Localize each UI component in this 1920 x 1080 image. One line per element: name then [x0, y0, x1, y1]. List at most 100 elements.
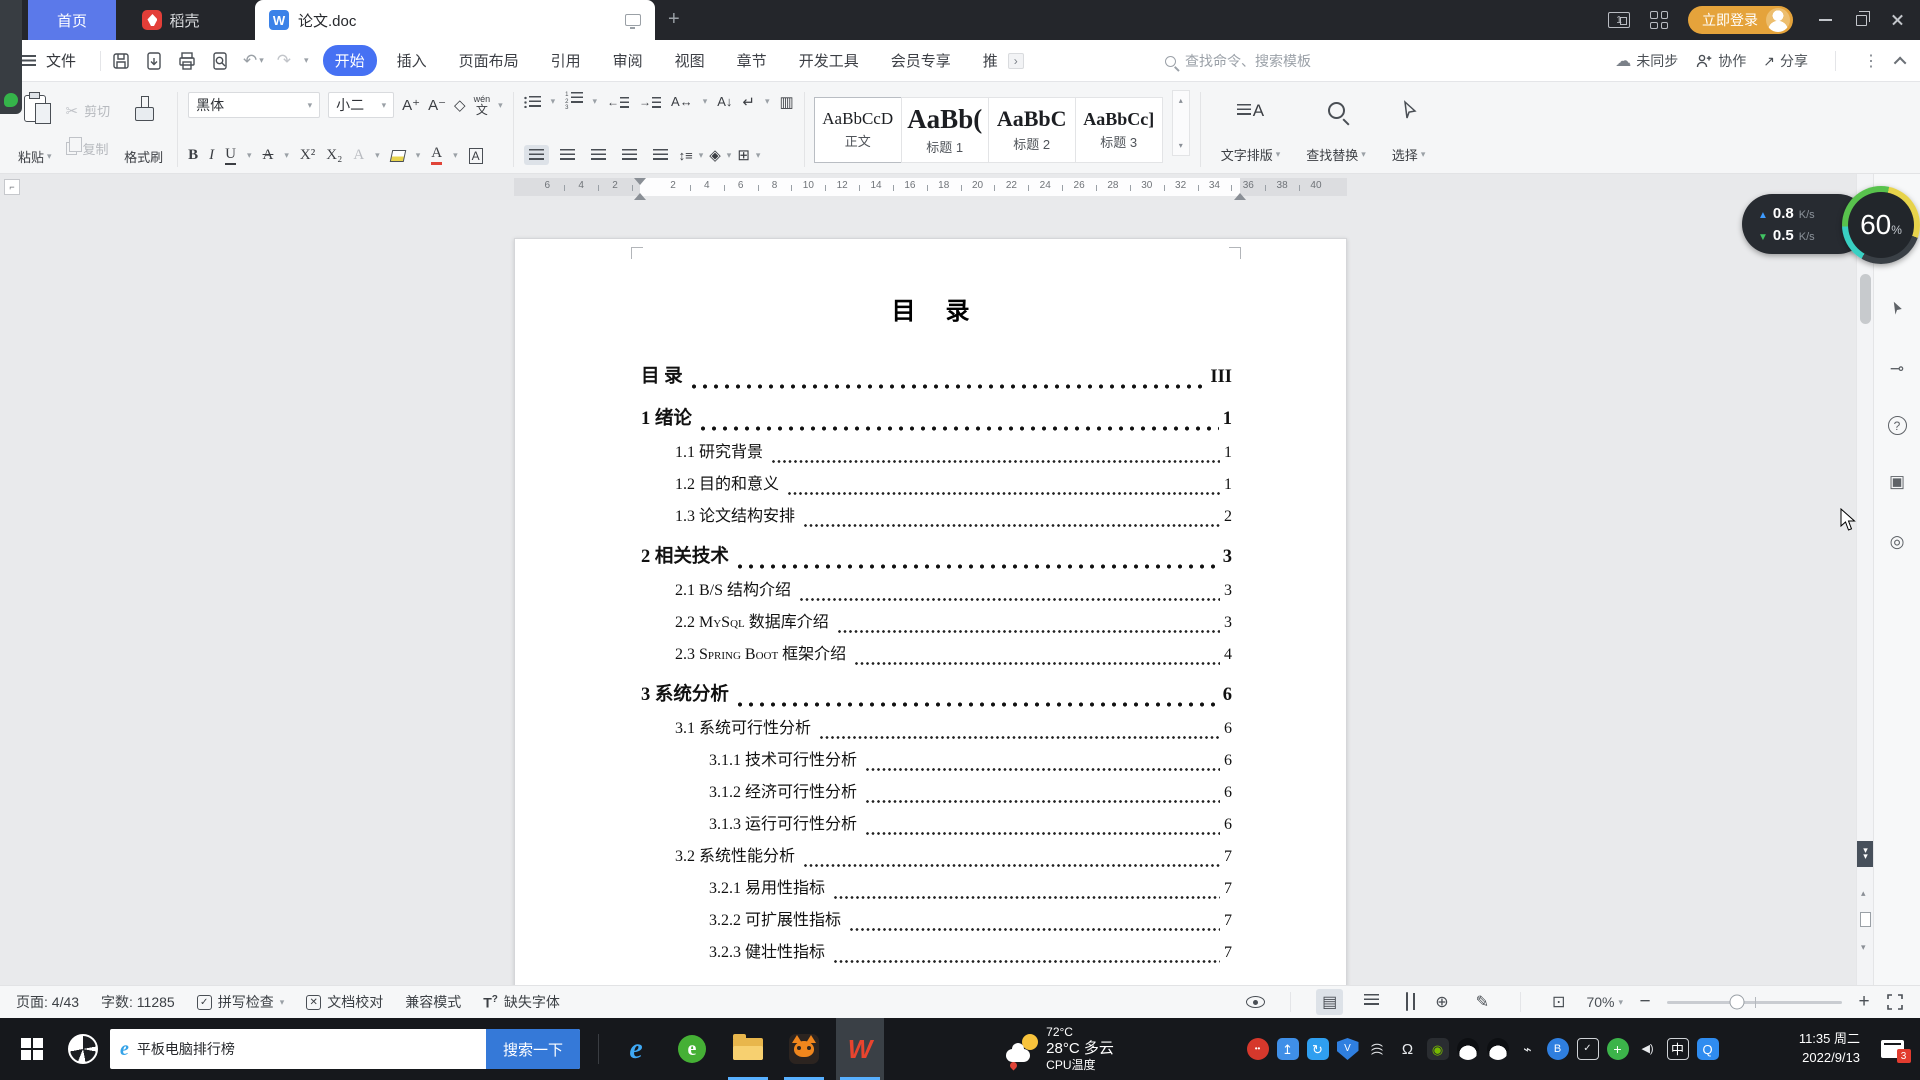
- net-speed-overlay[interactable]: ▲ 0.8K/s ▼ 0.5K/s 60%: [1742, 186, 1920, 262]
- measure-tool-icon[interactable]: ⊸: [1884, 356, 1910, 382]
- qat-more-icon[interactable]: ▾: [304, 55, 309, 66]
- view-ink-icon[interactable]: ✎: [1470, 989, 1495, 1015]
- tab-selector-icon[interactable]: ⌐: [4, 179, 20, 195]
- print-preview-icon[interactable]: [210, 51, 230, 71]
- menu-tab-references[interactable]: 引用: [539, 45, 593, 76]
- document-canvas[interactable]: 目 录 目 录III1 绪论11.1 研究背景11.2 目的和意义11.3 论文…: [0, 200, 1873, 985]
- font-size-select[interactable]: 小二▾: [328, 92, 394, 118]
- font-color-button[interactable]: A: [431, 146, 442, 165]
- superscript-button[interactable]: X²: [300, 147, 315, 164]
- ie-taskbar-icon[interactable]: e: [612, 1018, 660, 1080]
- menu-file[interactable]: 文件: [46, 50, 76, 71]
- subscript-button[interactable]: X₂: [326, 147, 342, 164]
- volume-icon[interactable]: ◀): [1637, 1038, 1659, 1060]
- dock-green-icon[interactable]: [4, 93, 18, 107]
- justify-button[interactable]: [617, 145, 642, 165]
- wifi-signal-icon[interactable]: (((: [1367, 1038, 1389, 1060]
- usb-device-icon[interactable]: ↥: [1277, 1038, 1299, 1060]
- export-icon[interactable]: [144, 51, 164, 71]
- clear-format-icon[interactable]: ◇: [454, 96, 466, 114]
- align-center-button[interactable]: [555, 145, 580, 165]
- format-painter-button[interactable]: 格式刷: [120, 90, 167, 169]
- italic-button[interactable]: I: [209, 147, 214, 164]
- styles-scroll[interactable]: ▴▾: [1172, 90, 1190, 156]
- login-button[interactable]: 立即登录: [1688, 6, 1793, 34]
- menu-tab-more[interactable]: 推: [971, 45, 1000, 76]
- copy-button[interactable]: 复制: [66, 139, 111, 158]
- bold-button[interactable]: B: [188, 147, 198, 164]
- select-tool-icon[interactable]: [1884, 296, 1910, 322]
- style-normal[interactable]: AaBbCcD正文: [814, 97, 902, 163]
- zoom-level[interactable]: 70%▾: [1586, 994, 1623, 1010]
- missing-font[interactable]: T?缺失字体: [483, 992, 560, 1012]
- start-button[interactable]: [8, 1018, 56, 1080]
- underline-button[interactable]: U: [225, 146, 236, 165]
- document-tab[interactable]: W 论文.doc: [255, 0, 655, 40]
- eye-protect-icon[interactable]: [1246, 996, 1265, 1008]
- screenshot-icon[interactable]: ▣: [1884, 469, 1910, 495]
- menu-tab-review[interactable]: 审阅: [601, 45, 655, 76]
- ime-icon[interactable]: 中: [1667, 1038, 1689, 1060]
- boost-gauge[interactable]: 60%: [1842, 186, 1920, 264]
- decrease-indent-button[interactable]: ←: [607, 95, 629, 109]
- browser-360-taskbar-icon[interactable]: e: [668, 1018, 716, 1080]
- fullscreen-icon[interactable]: [1886, 993, 1904, 1011]
- horizontal-ruler[interactable]: ⌐ 24624681012141618202224262830323436384…: [0, 174, 1873, 200]
- sort-button[interactable]: A↓: [717, 94, 732, 109]
- numbered-list-button[interactable]: 1 2 3: [565, 92, 582, 112]
- workspace-grid-icon[interactable]: [1650, 11, 1668, 29]
- help-icon[interactable]: ?: [1888, 416, 1907, 435]
- menu-more-tabs-button[interactable]: ›: [1008, 53, 1024, 69]
- next-page-button[interactable]: ▾: [1861, 942, 1866, 953]
- sync-status[interactable]: ☁ 未同步: [1615, 51, 1678, 71]
- zoom-slider[interactable]: [1667, 1001, 1842, 1004]
- save-icon[interactable]: [111, 51, 131, 71]
- char-border-button[interactable]: A: [469, 148, 483, 164]
- borders-button[interactable]: ⊞: [737, 146, 750, 164]
- compat-mode[interactable]: 兼容模式: [405, 992, 461, 1012]
- tab-docer[interactable]: 稻壳: [116, 0, 226, 40]
- decrease-font-button[interactable]: A⁻: [428, 96, 446, 114]
- increase-indent-button[interactable]: →: [639, 95, 661, 109]
- scroll-jump-button[interactable]: ▾▾: [1857, 841, 1874, 867]
- qq-icon[interactable]: [1457, 1038, 1479, 1060]
- view-read-icon[interactable]: [1400, 990, 1414, 1014]
- maximize-button[interactable]: [1856, 15, 1867, 26]
- douyu-taskbar-icon[interactable]: [780, 1018, 828, 1080]
- select-button[interactable]: 选择▾: [1388, 92, 1430, 167]
- style-heading-1[interactable]: AaBb(标题 1: [901, 97, 989, 163]
- font-name-select[interactable]: 黑体▾: [188, 92, 320, 118]
- q-search-icon[interactable]: Q: [1697, 1038, 1719, 1060]
- shading-button[interactable]: ◈: [709, 146, 721, 164]
- char-scale-button[interactable]: A↔: [671, 94, 693, 109]
- zoom-slider-knob[interactable]: [1730, 995, 1745, 1010]
- menu-tab-start[interactable]: 开始: [323, 45, 377, 76]
- taskbar-clock[interactable]: 11:35 周二 2022/9/13: [1735, 1018, 1860, 1080]
- scrollbar-thumb[interactable]: [1860, 274, 1871, 324]
- spell-check[interactable]: ✓拼写检查▾: [197, 992, 285, 1012]
- screen-cast-icon[interactable]: [625, 14, 641, 26]
- wps-taskbar-icon[interactable]: W: [836, 1018, 884, 1080]
- previous-page-button[interactable]: ▴: [1861, 888, 1866, 899]
- style-heading-3[interactable]: AaBbCc]标题 3: [1075, 97, 1163, 163]
- bullet-list-button[interactable]: [524, 96, 541, 108]
- more-options-icon[interactable]: ⋮: [1863, 51, 1880, 71]
- doc-proof[interactable]: ✕文档校对: [306, 992, 383, 1012]
- nvidia-icon[interactable]: ◉: [1427, 1038, 1449, 1060]
- collab-button[interactable]: 协作: [1695, 51, 1746, 71]
- search-go-button[interactable]: 搜索一下: [486, 1029, 580, 1069]
- right-indent-marker[interactable]: [1234, 187, 1246, 200]
- view-web-icon[interactable]: ⊕: [1429, 989, 1454, 1015]
- qq-icon-2[interactable]: [1487, 1038, 1509, 1060]
- sync-icon[interactable]: ↻: [1307, 1038, 1329, 1060]
- video-app-icon[interactable]: ••: [1247, 1038, 1269, 1060]
- view-page-icon[interactable]: ▤: [1316, 989, 1343, 1015]
- show-marks-button[interactable]: ↵: [742, 93, 755, 111]
- minimize-button[interactable]: [1819, 19, 1832, 21]
- text-layout-button[interactable]: A 文字排版▾: [1217, 92, 1285, 167]
- tab-home[interactable]: 首页: [28, 0, 116, 40]
- split-screen-icon[interactable]: 1: [1608, 12, 1630, 28]
- pinyin-guide-button[interactable]: wén文: [474, 95, 491, 116]
- share-button[interactable]: ↗ 分享: [1763, 51, 1808, 71]
- menu-tab-section[interactable]: 章节: [725, 45, 779, 76]
